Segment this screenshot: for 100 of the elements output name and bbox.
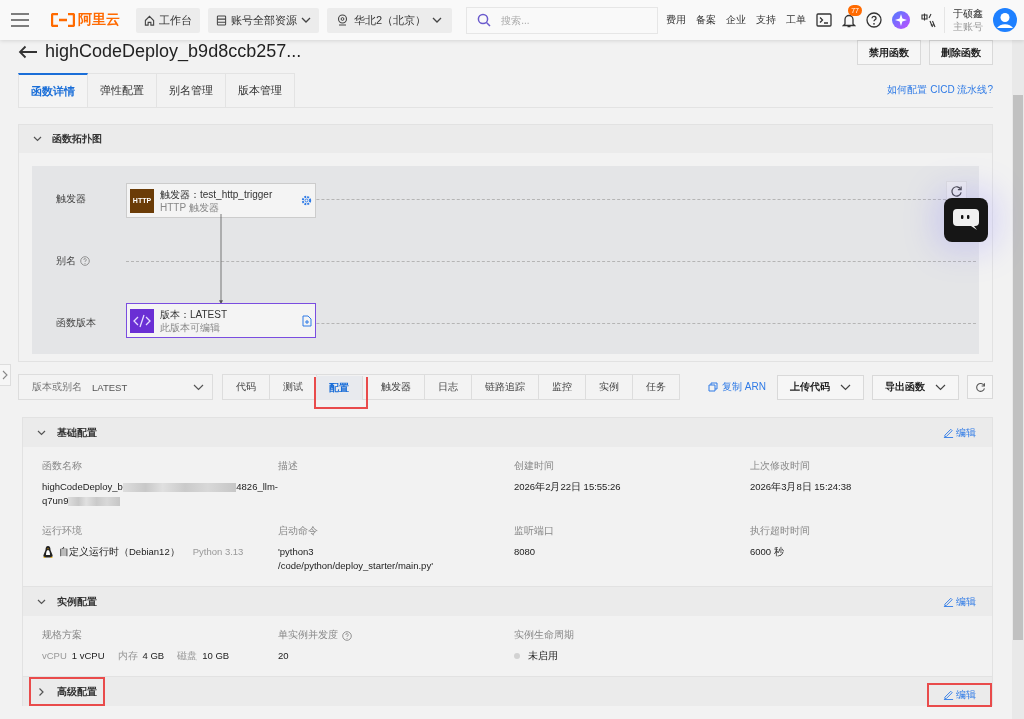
- node-title: 触发器：test_http_trigger: [160, 187, 274, 201]
- function-title: highCodeDeploy_b9d8ccb257...: [45, 41, 302, 62]
- field-label: 描述: [278, 460, 298, 473]
- field-label: 实例生命周期: [514, 629, 574, 642]
- pencil-icon[interactable]: [943, 427, 954, 438]
- top-nav-link[interactable]: 费用: [666, 13, 687, 27]
- cicd-help-link[interactable]: 如何配置 CICD 流水线?: [887, 83, 993, 97]
- sidebar-toggle[interactable]: [0, 364, 11, 386]
- field-value: 2026年3月8日 15:24:38: [750, 480, 853, 494]
- logo-icon: [51, 13, 75, 27]
- chevron-icon[interactable]: [38, 687, 45, 696]
- resources-dropdown[interactable]: 账号全部资源: [208, 7, 319, 33]
- menu-icon[interactable]: [11, 13, 29, 27]
- field-value: highCodeDeploy_b: [42, 480, 123, 494]
- edit-link[interactable]: 编辑: [956, 594, 976, 609]
- home-icon: [144, 14, 155, 26]
- document-icon[interactable]: [302, 314, 312, 327]
- chevron-down-icon: [432, 17, 443, 23]
- top-nav-link[interactable]: 支持: [756, 13, 777, 27]
- chevron-right-icon: [2, 370, 8, 380]
- copy-arn-link[interactable]: 复制 ARN: [722, 380, 766, 394]
- field-value: 1 vCPU: [71, 649, 105, 663]
- chevron-down-icon: [840, 383, 851, 391]
- gear-icon[interactable]: [301, 195, 312, 206]
- top-nav-link[interactable]: 企业: [726, 13, 747, 27]
- node-subtitle: 此版本可编辑: [160, 320, 221, 334]
- chat-assistant-button[interactable]: [944, 198, 988, 242]
- pencil-icon[interactable]: [943, 689, 954, 700]
- action-button[interactable]: 禁用函数: [857, 40, 921, 65]
- region-dropdown[interactable]: 华北2（北京）: [327, 7, 453, 33]
- sub-tab[interactable]: 配置: [316, 376, 363, 400]
- section-title: 高级配置: [57, 684, 97, 699]
- back-arrow-icon[interactable]: [18, 44, 38, 59]
- action-button[interactable]: 删除函数: [929, 40, 993, 65]
- tab[interactable]: 弹性配置: [88, 73, 157, 107]
- row-label: 函数版本: [56, 316, 96, 330]
- refresh-icon: [974, 381, 986, 393]
- field-label: 创建时间: [514, 460, 554, 473]
- version-select[interactable]: 版本或别名 LATEST: [18, 374, 213, 400]
- field-value: q7un9: [42, 494, 69, 508]
- field-value: 未启用: [528, 649, 558, 663]
- penguin-icon: [42, 545, 54, 559]
- translate-icon[interactable]: [920, 12, 937, 28]
- chevron-icon[interactable]: [37, 429, 46, 436]
- spec-label: 磁盘: [177, 649, 198, 663]
- field-value: 10 GB: [202, 649, 230, 663]
- row-label: 别名: [56, 254, 76, 268]
- terminal-icon[interactable]: [816, 13, 833, 27]
- edit-link[interactable]: 编辑: [956, 687, 976, 702]
- field-label: 启动命令: [278, 525, 318, 538]
- sparkle-app-icon[interactable]: [892, 11, 911, 29]
- field-value: 自定义运行时（Debian12）: [59, 545, 180, 559]
- chevron-down-icon: [301, 17, 311, 23]
- redaction-blur: [68, 496, 121, 506]
- dropdown-button[interactable]: 上传代码: [777, 374, 864, 400]
- section-title: 实例配置: [57, 594, 97, 609]
- pencil-icon[interactable]: [943, 596, 954, 607]
- tab[interactable]: 版本管理: [226, 73, 295, 107]
- field-label: 规格方案: [42, 629, 82, 642]
- runtime-version: Python 3.13: [192, 545, 244, 559]
- scrollbar[interactable]: [1012, 40, 1024, 719]
- version-node[interactable]: 版本：LATEST 此版本可编辑: [126, 303, 316, 338]
- field-value: 4 GB: [142, 649, 165, 663]
- edit-link[interactable]: 编辑: [956, 425, 976, 440]
- chevron-down-icon: [935, 383, 946, 391]
- field-label: 执行超时时间: [750, 525, 810, 538]
- refresh-button[interactable]: [946, 181, 967, 201]
- list-icon: [216, 14, 227, 26]
- node-subtitle: HTTP 触发器: [160, 200, 220, 214]
- tab[interactable]: 函数详情: [18, 73, 88, 107]
- field-value: 6000 秒: [750, 545, 785, 559]
- section-title: 基础配置: [57, 425, 97, 440]
- search-input[interactable]: 搜索...: [499, 13, 654, 27]
- version-icon: [130, 308, 154, 333]
- panel-title: 函数拓扑图: [52, 132, 102, 146]
- top-nav-link[interactable]: 备案: [696, 13, 717, 27]
- row-label: 触发器: [56, 192, 86, 206]
- chevron-down-icon[interactable]: [33, 136, 42, 142]
- field-label: 上次修改时间: [750, 460, 810, 473]
- field-label: 监听端口: [514, 525, 554, 538]
- chevron-icon[interactable]: [37, 598, 46, 605]
- spec-label: 内存: [117, 649, 138, 663]
- help-icon[interactable]: [866, 12, 883, 28]
- tab[interactable]: 别名管理: [157, 73, 226, 107]
- search-field[interactable]: 搜索...: [466, 6, 659, 34]
- avatar-icon[interactable]: [993, 8, 1018, 32]
- top-nav-link[interactable]: 工单: [786, 13, 807, 27]
- location-pin-icon: [337, 14, 348, 26]
- field-value: 4826_llm-: [236, 480, 278, 494]
- field-label: 单实例并发度: [278, 629, 338, 642]
- workbench-button[interactable]: 工作台: [136, 7, 200, 33]
- refresh-icon: [950, 184, 963, 198]
- chevron-down-icon: [193, 383, 204, 391]
- chat-bubble-icon: [952, 208, 980, 232]
- user-name[interactable]: 于硕鑫: [953, 7, 984, 20]
- dropdown-button[interactable]: 导出函数: [872, 374, 959, 400]
- bell-icon[interactable]: [842, 12, 857, 28]
- field-value: 2026年2月22日 15:55:26: [514, 480, 622, 494]
- copy-icon[interactable]: [708, 382, 719, 392]
- field-label: 运行环境: [42, 525, 82, 538]
